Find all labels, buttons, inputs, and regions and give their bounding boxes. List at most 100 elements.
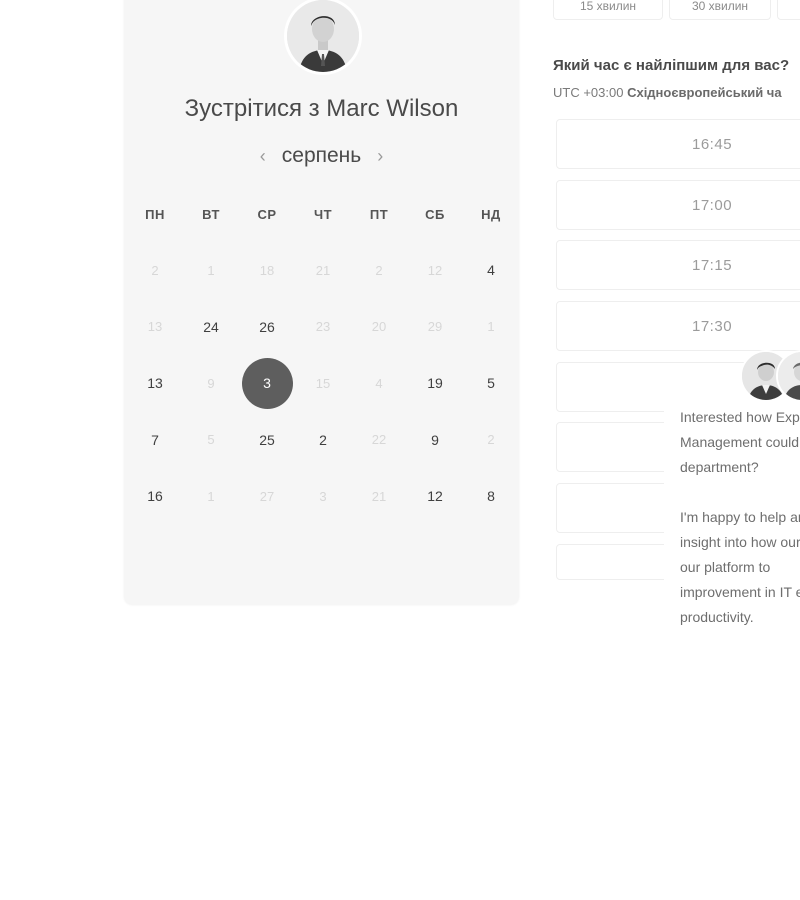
- calendar-day[interactable]: 2: [295, 412, 351, 469]
- calendar-day: 27: [239, 468, 295, 525]
- calendar-day-label: 21: [315, 262, 331, 278]
- weekday-label: СР: [257, 207, 277, 222]
- chat-message-line: Interested how Exp Management could depa…: [680, 409, 800, 475]
- time-slot[interactable]: 16:45: [556, 119, 800, 169]
- duration-options: 15 хвилин 30 хвилин: [553, 0, 800, 20]
- calendar-day: 20: [351, 299, 407, 356]
- calendar-day[interactable]: 16: [127, 468, 183, 525]
- chevron-left-icon[interactable]: ‹: [258, 146, 268, 167]
- calendar-day-label: 20: [371, 319, 387, 335]
- scheduling-page: 15 хвилин 30 хвилин Який час є найліпшим…: [0, 0, 800, 900]
- calendar-day: 1: [183, 468, 239, 525]
- calendar-day[interactable]: 4: [463, 242, 519, 299]
- calendar-day-label: 19: [427, 375, 443, 392]
- person-photo-icon: [287, 0, 359, 72]
- timezone-offset: UTC +03:00: [553, 85, 624, 100]
- calendar-day[interactable]: 25: [239, 412, 295, 469]
- calendar-day: 21: [351, 468, 407, 525]
- calendar-day[interactable]: 7: [127, 412, 183, 469]
- person-photo-icon: [778, 352, 800, 400]
- calendar-day-label: 18: [259, 262, 275, 278]
- calendar-day-label: 3: [319, 488, 327, 504]
- calendar-day-label: 13: [147, 319, 163, 335]
- timezone-name: Східноєвропейський ча: [627, 85, 782, 100]
- time-question-heading: Який час є найліпшим для вас?: [553, 57, 790, 74]
- calendar-day[interactable]: 24: [183, 299, 239, 356]
- calendar-day-label: 25: [259, 431, 275, 448]
- time-slot[interactable]: 17:15: [556, 240, 800, 290]
- calendar-day-label: 12: [427, 262, 443, 278]
- calendar-day[interactable]: 8: [463, 468, 519, 525]
- calendar-day-label: 5: [487, 375, 495, 392]
- calendar-day-label: 2: [487, 432, 495, 448]
- calendar-day: 12: [407, 242, 463, 299]
- calendar-day-label: 27: [259, 488, 275, 504]
- calendar-day: 3: [295, 468, 351, 525]
- calendar-day-label: 1: [207, 262, 215, 278]
- calendar-day[interactable]: 26: [239, 299, 295, 356]
- meeting-title: Зустрітися з Marc Wilson: [184, 95, 459, 122]
- calendar-day-label: 4: [487, 262, 495, 279]
- calendar-day[interactable]: 5: [463, 355, 519, 412]
- calendar-day: 9: [183, 355, 239, 412]
- calendar-day-label: 1: [207, 488, 215, 504]
- calendar-day: 2: [351, 242, 407, 299]
- duration-15-button[interactable]: 15 хвилин: [553, 0, 663, 20]
- calendar-day: 22: [351, 412, 407, 469]
- calendar-day-label: 2: [375, 262, 383, 278]
- calendar-day-label: 2: [319, 431, 327, 448]
- duration-30-button[interactable]: 30 хвилин: [669, 0, 771, 20]
- calendar-day: 15: [295, 355, 351, 412]
- calendar-day: 1: [183, 242, 239, 299]
- calendar-day: 29: [407, 299, 463, 356]
- calendar-day: 2: [463, 412, 519, 469]
- calendar-day: 23: [295, 299, 351, 356]
- calendar-day[interactable]: 9: [407, 412, 463, 469]
- calendar-day[interactable]: 13: [127, 355, 183, 412]
- calendar-day: 5: [183, 412, 239, 469]
- calendar-day: 18: [239, 242, 295, 299]
- calendar-day: 2: [127, 242, 183, 299]
- weekday-label: ЧТ: [313, 207, 333, 222]
- calendar-day: 13: [127, 299, 183, 356]
- calendar-day-label: 26: [259, 318, 275, 335]
- month-navigation: ‹ серпень ›: [124, 144, 519, 168]
- calendar-day-label: 15: [315, 375, 331, 391]
- calendar-day-label: 16: [147, 488, 163, 505]
- chevron-right-icon[interactable]: ›: [375, 146, 385, 167]
- calendar-day-label: 13: [147, 375, 163, 392]
- current-month: серпень: [281, 144, 362, 167]
- calendar-day-label: 22: [371, 432, 387, 448]
- weekday-label: ВТ: [202, 207, 220, 222]
- weekday-label: СБ: [425, 207, 445, 222]
- weekday-label: ПТ: [369, 207, 389, 222]
- calendar-day-selected[interactable]: 3: [239, 355, 295, 412]
- calendar-day: 4: [351, 355, 407, 412]
- calendar-day-label: 7: [151, 431, 159, 448]
- calendar-day[interactable]: 19: [407, 355, 463, 412]
- calendar-day-label: 8: [487, 488, 495, 505]
- calendar-day: 1: [463, 299, 519, 356]
- organizer-avatar: [287, 0, 359, 72]
- timezone-label[interactable]: UTC +03:00 Східноєвропейський ча: [553, 85, 782, 100]
- calendar-day-label: 24: [203, 318, 219, 335]
- chat-message: Interested how Exp Management could depa…: [680, 405, 800, 630]
- calendar-day-label: 5: [207, 432, 215, 448]
- duration-more-button[interactable]: [777, 0, 800, 20]
- calendar-day-label: 23: [315, 319, 331, 335]
- chat-message-line: I'm happy to help ar insight into how ou…: [680, 509, 800, 625]
- calendar-day-label: 1: [487, 319, 495, 335]
- time-slot[interactable]: 17:00: [556, 180, 800, 230]
- calendar-day: 21: [295, 242, 351, 299]
- calendar-day-label: 4: [375, 375, 383, 391]
- calendar-day[interactable]: 12: [407, 468, 463, 525]
- calendar-day-label: 2: [151, 262, 159, 278]
- weekday-header: ПН ВТ СР ЧТ ПТ СБ НД: [127, 207, 519, 222]
- weekday-label: ПН: [145, 207, 165, 222]
- calendar-day-label: 29: [427, 319, 443, 335]
- time-slot[interactable]: 17:30: [556, 301, 800, 351]
- calendar-day-label: 9: [207, 375, 215, 391]
- calendar-day-label: 12: [427, 488, 443, 505]
- calendar-day-label: 21: [371, 488, 387, 504]
- calendar-day-label: 3: [241, 357, 293, 409]
